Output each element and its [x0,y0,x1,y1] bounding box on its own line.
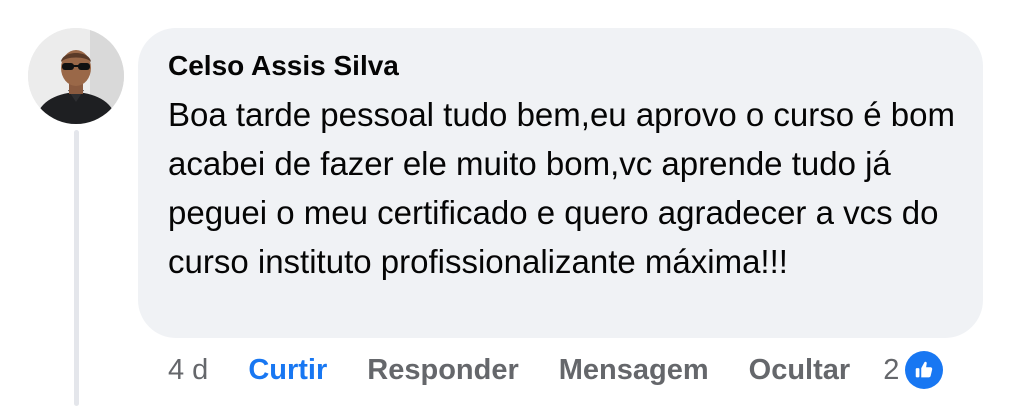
comment-author[interactable]: Celso Assis Silva [168,50,399,82]
hide-button[interactable]: Ocultar [749,354,851,387]
comment-text: Boa tarde pessoal tudo bem,eu aprovo o c… [168,96,955,280]
comment-bubble: Celso Assis Silva Boa tarde pessoal tudo… [138,28,983,338]
reaction-count: 2 [883,353,900,386]
reply-button[interactable]: Responder [367,354,518,387]
message-button[interactable]: Mensagem [559,354,709,387]
avatar[interactable] [28,28,124,124]
like-button[interactable]: Curtir [248,354,327,387]
profile-photo [28,28,124,124]
comment-timestamp[interactable]: 4 d [168,354,208,387]
thread-line [74,130,79,406]
thumbs-up-icon [905,351,944,389]
reactions-summary[interactable]: 2 [883,351,944,389]
comment-actions: 4 d Curtir Responder Mensagem Ocultar 2 [168,350,944,390]
